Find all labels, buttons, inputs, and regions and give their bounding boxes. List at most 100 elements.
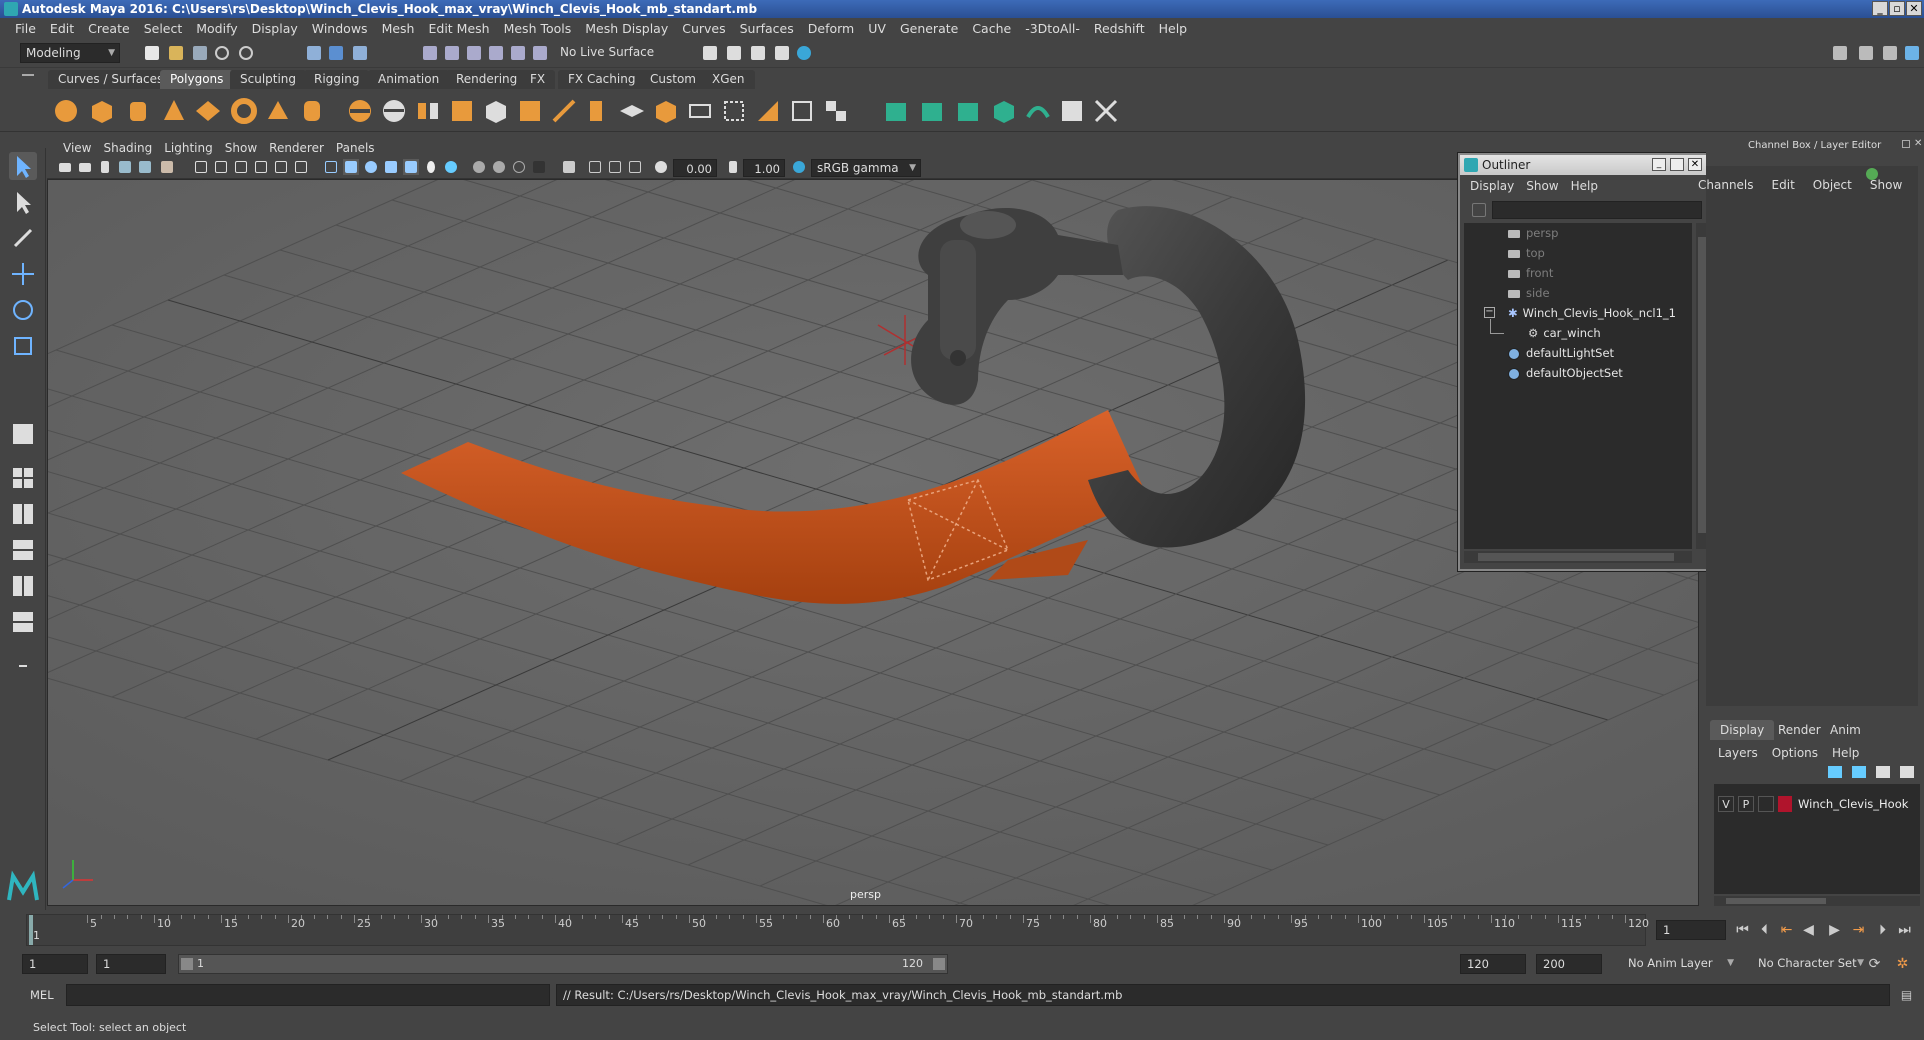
snap-view-icon[interactable] (486, 43, 506, 63)
vp-menu-panels[interactable]: Panels (330, 141, 381, 155)
exposure-icon[interactable] (653, 159, 669, 175)
textured-icon[interactable] (383, 159, 399, 175)
layer-scrollbar[interactable] (1714, 896, 1920, 906)
menu-redshift[interactable]: Redshift (1087, 21, 1152, 36)
menu-deform[interactable]: Deform (801, 21, 861, 36)
tab-curves-surfaces[interactable]: Curves / Surfaces (48, 70, 174, 89)
image-plane-icon[interactable] (117, 159, 133, 175)
menu-create[interactable]: Create (81, 21, 137, 36)
menu-mesh-tools[interactable]: Mesh Tools (497, 21, 579, 36)
outliner-titlebar[interactable]: Outliner _ ✕ (1460, 155, 1712, 175)
next-key-icon[interactable]: ⇥ (1850, 922, 1867, 939)
step-forward-icon[interactable]: ⏵ (1874, 922, 1891, 939)
layer-type-toggle[interactable] (1758, 796, 1774, 812)
maximize-icon[interactable] (1670, 158, 1684, 171)
minimize-button[interactable]: _ (1872, 1, 1888, 16)
snap-grid-icon[interactable] (420, 43, 440, 63)
append-icon[interactable] (584, 97, 612, 125)
anim-end-field[interactable]: 120 (1460, 954, 1526, 974)
uv-layout-icon[interactable] (1058, 97, 1086, 125)
cb-menu-show[interactable]: Show (1870, 178, 1920, 192)
mirror-icon[interactable] (414, 97, 442, 125)
camera-select-icon[interactable] (57, 159, 73, 175)
vp-menu-shading[interactable]: Shading (97, 141, 158, 155)
outliner-menu-help[interactable]: Help (1567, 179, 1606, 193)
menu-select[interactable]: Select (137, 21, 190, 36)
snap-surface-icon[interactable] (508, 43, 528, 63)
prev-key-icon[interactable]: ⇤ (1778, 922, 1795, 939)
anti-aliasing-icon[interactable] (511, 159, 527, 175)
shadows-icon[interactable] (443, 159, 459, 175)
extrude-icon[interactable] (482, 97, 510, 125)
menu-uv[interactable]: UV (861, 21, 893, 36)
film-gate-icon[interactable] (213, 159, 229, 175)
uv-spherical-icon[interactable] (954, 97, 982, 125)
color-space-dropdown[interactable]: sRGB gamma ▼ (811, 159, 921, 177)
rotate-tool-icon[interactable] (9, 296, 37, 324)
cb-menu-channels[interactable]: Channels (1698, 178, 1772, 192)
range-slider[interactable]: 1 120 (178, 954, 948, 974)
2d-pan-icon[interactable] (137, 159, 153, 175)
tab-rendering[interactable]: Rendering (446, 70, 528, 89)
vp-menu-view[interactable]: View (57, 141, 97, 155)
layout-persp-graph-icon[interactable] (9, 608, 37, 636)
poly-cube-icon[interactable] (88, 97, 116, 125)
channel-box-icon[interactable] (1902, 43, 1922, 63)
vp-menu-show[interactable]: Show (219, 141, 263, 155)
select-component-icon[interactable] (350, 43, 370, 63)
poly-pipe-icon[interactable] (298, 97, 326, 125)
move-tool-icon[interactable] (9, 260, 37, 288)
tab-sculpting[interactable]: Sculpting (230, 70, 307, 89)
new-scene-icon[interactable] (142, 43, 162, 63)
multi-cut-icon[interactable] (652, 97, 680, 125)
tool-settings-icon[interactable] (1880, 43, 1900, 63)
xray-icon[interactable] (403, 159, 419, 175)
poly-cylinder-icon[interactable] (124, 97, 152, 125)
tree-item-persp[interactable]: persp (1508, 223, 1558, 243)
go-to-start-icon[interactable]: ⏮ (1734, 922, 1751, 939)
float-icon[interactable] (1902, 140, 1910, 148)
tab-rigging[interactable]: Rigging (304, 70, 370, 89)
bookmark-icon[interactable] (97, 159, 113, 175)
menu-cache[interactable]: Cache (965, 21, 1018, 36)
select-hierarchy-icon[interactable] (304, 43, 324, 63)
menu-curves[interactable]: Curves (675, 21, 732, 36)
safe-action-icon[interactable] (293, 159, 309, 175)
layer-playback-toggle[interactable]: P (1738, 796, 1754, 812)
shelf-menu-icon[interactable] (22, 74, 34, 76)
smooth-shade-icon[interactable] (343, 159, 359, 175)
tab-polygons[interactable]: Polygons (160, 70, 234, 89)
anim-start-field[interactable]: 1 (96, 954, 166, 974)
step-back-icon[interactable]: ⏴ (1756, 922, 1773, 939)
weld-icon[interactable] (754, 97, 782, 125)
target-weld-icon[interactable] (788, 97, 816, 125)
merge-icon[interactable] (822, 97, 850, 125)
menu-windows[interactable]: Windows (305, 21, 375, 36)
grid-toggle-icon[interactable] (193, 159, 209, 175)
tree-item-default-light-set[interactable]: defaultLightSet (1508, 343, 1614, 363)
lasso-tool-icon[interactable] (9, 188, 37, 216)
start-time-field[interactable]: 1 (22, 954, 88, 974)
command-input[interactable] (66, 984, 550, 1006)
resolution-gate-icon[interactable] (233, 159, 249, 175)
xray-joints-icon[interactable] (587, 159, 603, 175)
tree-item-front[interactable]: front (1508, 263, 1553, 283)
layer-color-swatch[interactable] (1778, 796, 1792, 812)
depth-of-field-icon[interactable] (531, 159, 547, 175)
new-layer-icon[interactable] (1876, 766, 1890, 778)
move-layer-down-icon[interactable] (1852, 766, 1866, 778)
mode-dropdown[interactable]: Modeling ▼ (20, 43, 120, 63)
layer-menu-help[interactable]: Help (1832, 746, 1859, 760)
select-tool-icon[interactable] (9, 152, 37, 180)
outliner-tree[interactable]: persp top front side − ✱ Winch_Clevis_Hoo… (1464, 223, 1692, 549)
grease-pencil-icon[interactable] (159, 159, 175, 175)
xray-active-icon[interactable] (607, 159, 623, 175)
uv-auto-icon[interactable] (990, 97, 1018, 125)
bevel-icon[interactable] (550, 97, 578, 125)
layer-tab-anim[interactable]: Anim (1820, 720, 1871, 740)
menu-display[interactable]: Display (245, 21, 305, 36)
redo-icon[interactable] (236, 43, 256, 63)
tree-item-car-winch[interactable]: ⚙ car_winch (1528, 323, 1601, 343)
end-time-field[interactable]: 200 (1536, 954, 1602, 974)
uv-cylindrical-icon[interactable] (918, 97, 946, 125)
